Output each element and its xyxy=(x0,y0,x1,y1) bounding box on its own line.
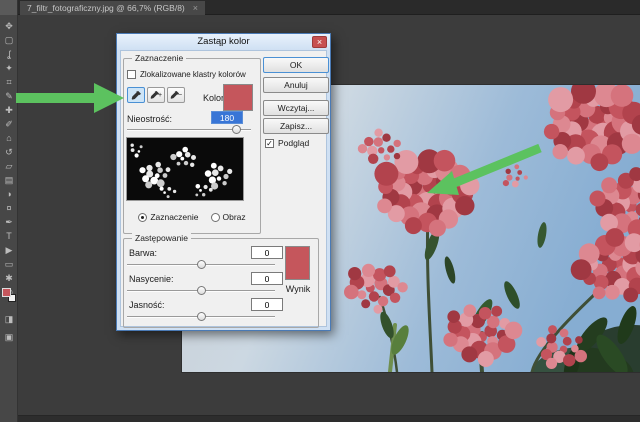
hue-input[interactable] xyxy=(251,246,283,259)
hue-slider[interactable] xyxy=(127,260,275,270)
crop-tool-icon[interactable]: ⌗ xyxy=(0,75,18,89)
eyedropper-minus-button[interactable]: − xyxy=(167,87,185,103)
fuzziness-slider[interactable] xyxy=(127,125,251,135)
eyedropper-icon xyxy=(131,90,141,100)
radio-selection[interactable]: Zaznaczenie xyxy=(138,212,199,222)
screen-mode-icon[interactable]: ▣ xyxy=(0,330,18,344)
eyedropper-plus-button[interactable]: + xyxy=(147,87,165,103)
blur-tool-icon[interactable]: ◑ xyxy=(0,187,18,201)
quick-mask-icon[interactable]: ◨ xyxy=(0,312,18,326)
tools-panel: ✥ ▢ ʆ ✦ ⌗ ✎ ✚ ✐ ⌂ ↺ ▱ ▤ ◑ ¤ ✒ T ▶ ▭ ✱ xyxy=(0,15,18,422)
dialog-title: Zastąp kolor xyxy=(117,34,330,50)
lightness-label: Jasność: xyxy=(129,300,165,310)
path-selection-tool-icon[interactable]: ▶ xyxy=(0,243,18,257)
saturation-slider-thumb[interactable] xyxy=(197,286,206,295)
healing-brush-tool-icon[interactable]: ✚ xyxy=(0,103,18,117)
marquee-tool-icon[interactable]: ▢ xyxy=(0,33,18,47)
hand-tool-icon[interactable]: ✱ xyxy=(0,271,18,285)
checkbox-box[interactable] xyxy=(127,70,136,79)
foreground-color-swatch[interactable] xyxy=(2,288,11,297)
selection-group-legend: Zaznaczenie xyxy=(132,53,187,63)
arrow-to-eyedropper xyxy=(16,83,124,113)
lightness-slider-thumb[interactable] xyxy=(197,312,206,321)
lightness-input[interactable] xyxy=(251,298,283,311)
move-tool-icon[interactable]: ✥ xyxy=(0,19,18,33)
radio-selection-dot[interactable] xyxy=(138,212,148,222)
load-button[interactable]: Wczytaj... xyxy=(263,100,329,116)
selection-mask-preview[interactable] xyxy=(126,137,244,201)
fuzziness-slider-thumb[interactable] xyxy=(232,125,242,134)
quick-selection-tool-icon[interactable]: ✦ xyxy=(0,61,18,75)
clone-stamp-tool-icon[interactable]: ⌂ xyxy=(0,131,18,145)
document-tab-title: 7_filtr_fotograficzny.jpg @ 66,7% (RGB/8… xyxy=(27,3,185,13)
dodge-tool-icon[interactable]: ¤ xyxy=(0,201,18,215)
toolbar-header xyxy=(0,0,18,15)
tab-close-icon[interactable]: × xyxy=(193,1,198,15)
localized-clusters-checkbox[interactable]: Zlokalizowane klastry kolorów xyxy=(127,70,246,79)
shape-tool-icon[interactable]: ▭ xyxy=(0,257,18,271)
result-color-swatch xyxy=(285,246,310,280)
saturation-slider[interactable] xyxy=(127,286,275,296)
hue-slider-thumb[interactable] xyxy=(197,260,206,269)
preview-mode-radios: Zaznaczenie Obraz xyxy=(123,212,261,222)
preview-checkbox-label: Podgląd xyxy=(278,138,310,148)
status-bar xyxy=(18,415,640,422)
saturation-input[interactable] xyxy=(251,272,283,285)
checkbox-label: Zlokalizowane klastry kolorów xyxy=(140,70,246,79)
lasso-tool-icon[interactable]: ʆ xyxy=(0,47,18,61)
fuzziness-label: Nieostrość: xyxy=(127,114,173,124)
lightness-slider[interactable] xyxy=(127,312,275,322)
preview-checkbox[interactable]: ✓ Podgląd xyxy=(265,138,309,148)
radio-image-dot[interactable] xyxy=(210,212,220,222)
brush-tool-icon[interactable]: ✐ xyxy=(0,117,18,131)
preview-checkbox-box[interactable]: ✓ xyxy=(265,138,274,148)
radio-image[interactable]: Obraz xyxy=(210,212,246,222)
saturation-label: Nasycenie: xyxy=(129,274,174,284)
type-tool-icon[interactable]: T xyxy=(0,229,18,243)
save-button[interactable]: Zapisz... xyxy=(263,118,329,134)
app-title-bar: 7_filtr_fotograficzny.jpg @ 66,7% (RGB/8… xyxy=(0,0,640,15)
color-swatches-widget[interactable] xyxy=(2,288,16,302)
cancel-button[interactable]: Anuluj xyxy=(263,77,329,93)
gradient-tool-icon[interactable]: ▤ xyxy=(0,173,18,187)
fuzziness-input[interactable] xyxy=(211,111,243,124)
replacement-group-legend: Zastępowanie xyxy=(132,233,191,243)
dialog-close-button[interactable]: × xyxy=(312,36,327,48)
hue-label: Barwa: xyxy=(129,248,158,258)
document-tab[interactable]: 7_filtr_fotograficzny.jpg @ 66,7% (RGB/8… xyxy=(20,1,206,15)
replace-color-dialog: Zastąp kolor × Zaznaczenie Zlokalizowane… xyxy=(116,33,331,331)
history-brush-tool-icon[interactable]: ↺ xyxy=(0,145,18,159)
pen-tool-icon[interactable]: ✒ xyxy=(0,215,18,229)
eyedropper-tool-icon[interactable]: ✎ xyxy=(0,89,18,103)
eraser-tool-icon[interactable]: ▱ xyxy=(0,159,18,173)
ok-button[interactable]: OK xyxy=(263,57,329,73)
eyedropper-button[interactable] xyxy=(127,87,145,103)
result-label: Wynik xyxy=(285,284,311,294)
selected-color-swatch[interactable] xyxy=(223,84,253,111)
